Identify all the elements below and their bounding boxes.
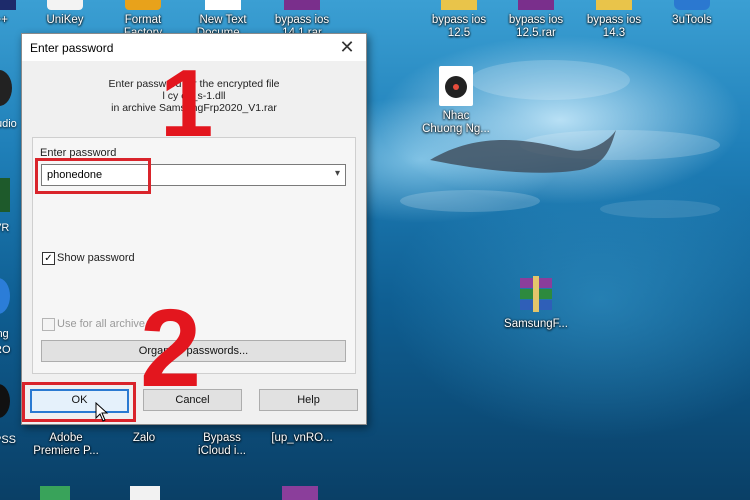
desktop-icon-partial[interactable] bbox=[282, 486, 318, 500]
desktop-icon-vr[interactable] bbox=[0, 178, 10, 212]
desktop-icon-label: Zalo bbox=[132, 432, 156, 444]
desktop-icon-bypass-ios-125-rar[interactable]: bypass ios 12.5.rar bbox=[498, 0, 574, 40]
desktop-icon-label: bypass ios 14.3 bbox=[586, 14, 642, 39]
desktop-icon-label: SamsungF... bbox=[504, 318, 568, 330]
desktop-icon-partial[interactable] bbox=[130, 486, 160, 500]
desktop-icon-zalo[interactable]: Zalo bbox=[106, 432, 182, 445]
annotation-box-password bbox=[35, 158, 151, 194]
left-icon-strip: udio VR ing RO PSS bbox=[0, 0, 17, 500]
desktop-icon-bypass-ios-125[interactable]: bypass ios 12.5 bbox=[421, 0, 497, 40]
desktop-icon-label: bypass ios 12.5 bbox=[431, 14, 487, 39]
desktop-icon-label: [up_vnRO... bbox=[271, 432, 333, 444]
desktop-icon-app[interactable] bbox=[0, 278, 10, 314]
dialog-title: Enter password bbox=[30, 41, 114, 55]
desktop-icon-label: Chuong Ng... bbox=[422, 123, 490, 135]
desktop-icon-label: Adobe bbox=[49, 432, 83, 444]
music-disc-icon bbox=[439, 66, 473, 106]
use-for-all-label: Use for all archive bbox=[57, 318, 146, 330]
desktop-icon-label: 3uTools bbox=[672, 14, 712, 26]
desktop-icon-partial[interactable] bbox=[40, 486, 70, 500]
desktop-icon-pss[interactable] bbox=[0, 384, 10, 418]
desktop-icon-label: PSS bbox=[0, 434, 17, 446]
desktop-icon-samsungfrp-rar[interactable]: SamsungF... bbox=[498, 276, 574, 331]
use-for-all-checkbox bbox=[42, 318, 55, 331]
desktop-icon-bypass-icloud[interactable]: Bypass iCloud i... bbox=[184, 432, 260, 458]
desktop-icon-label: Nhac bbox=[442, 110, 470, 122]
desktop-icon-3utools[interactable]: 3uTools bbox=[654, 0, 730, 27]
close-icon[interactable]: ✕ bbox=[336, 36, 358, 58]
help-button[interactable]: Help bbox=[259, 389, 358, 411]
winrar-archive-icon bbox=[516, 276, 556, 314]
desktop-icon-label: Bypass bbox=[203, 432, 241, 444]
desktop-icon-adobe-premiere[interactable]: Adobe Premiere P... bbox=[28, 432, 104, 458]
desktop-icon-label: RO bbox=[0, 344, 11, 356]
show-password-checkbox[interactable]: ✓ bbox=[42, 252, 55, 265]
desktop-icon-unikey[interactable]: UniKey bbox=[27, 0, 103, 27]
desktop-icon-up-vnrom[interactable]: [up_vnRO... bbox=[264, 432, 340, 445]
show-password-label[interactable]: Show password bbox=[57, 252, 135, 264]
desktop-icon-label: iCloud i... bbox=[198, 445, 246, 457]
desktop-icon-audio[interactable] bbox=[0, 70, 12, 106]
annotation-step-1: 1 bbox=[160, 50, 214, 157]
chevron-down-icon[interactable]: ▾ bbox=[335, 168, 340, 179]
desktop-icon-label: Premiere P... bbox=[33, 445, 99, 457]
annotation-box-ok bbox=[22, 382, 136, 422]
desktop-icon-label: bypass ios 12.5.rar bbox=[508, 14, 564, 39]
mouse-cursor-icon bbox=[95, 402, 109, 422]
annotation-step-2: 2 bbox=[140, 287, 202, 410]
desktop-icon-bypass-ios-143[interactable]: bypass ios 14.3 bbox=[576, 0, 652, 40]
desktop-icon-label: ing bbox=[0, 328, 9, 340]
desktop-icon-label: VR bbox=[0, 222, 10, 234]
desktop-icon-label: UniKey bbox=[46, 14, 84, 26]
desktop-icon-label: udio bbox=[0, 118, 17, 130]
desktop-icon-nhac-chuong[interactable]: Nhac Chuong Ng... bbox=[418, 66, 494, 136]
